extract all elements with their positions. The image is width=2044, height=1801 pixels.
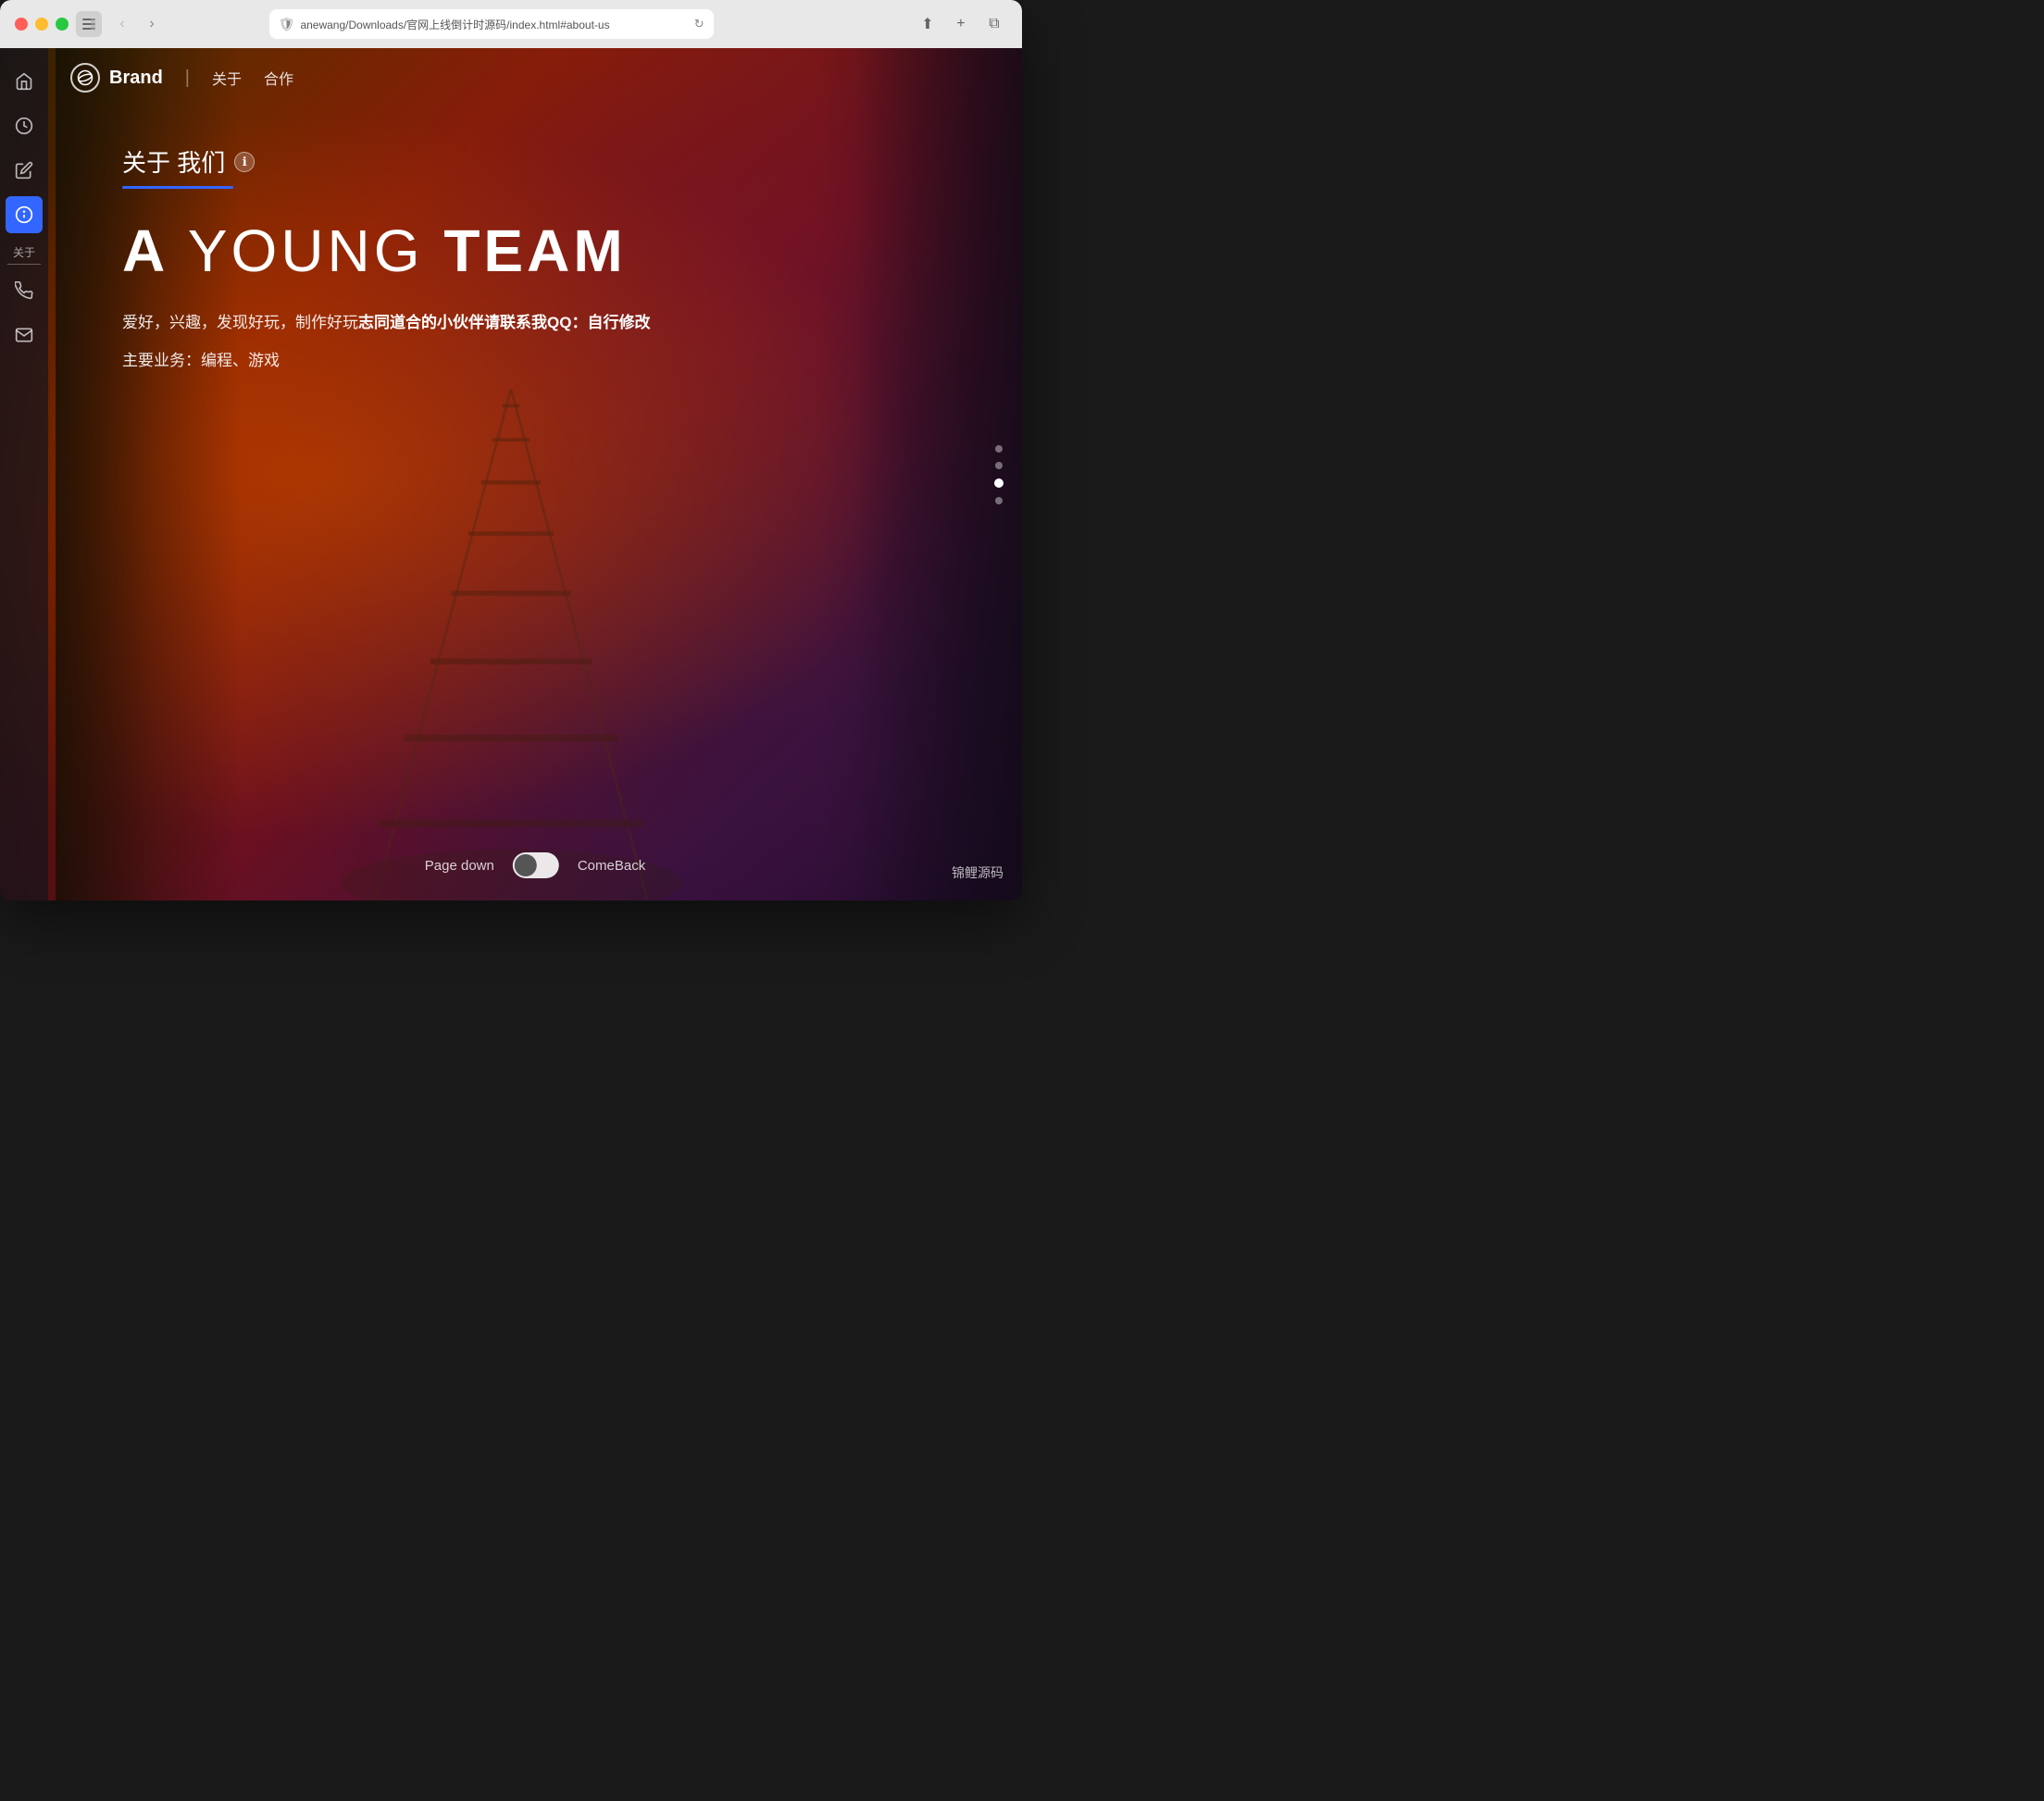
close-button[interactable]	[15, 18, 28, 31]
traffic-lights	[15, 18, 69, 31]
dot-2[interactable]	[995, 462, 1003, 469]
brand-icon	[70, 63, 100, 93]
security-icon: 🛡	[279, 17, 295, 32]
brand-name-text: Brand	[109, 68, 163, 89]
sidebar-item-info[interactable]	[6, 196, 43, 233]
section-underline	[122, 186, 233, 189]
come-back-button[interactable]: ComeBack	[578, 858, 645, 874]
dot-4[interactable]	[995, 497, 1003, 504]
desc1-prefix: 爱好，兴趣，发现好玩，制作好玩	[122, 314, 358, 331]
share-button[interactable]: ⬆	[915, 11, 941, 37]
desc-text-2: 主要业务：编程、游戏	[122, 347, 966, 376]
sidebar-item-clock[interactable]	[6, 107, 43, 144]
main-content: Brand | 关于 合作 关于 我们 ℹ A YOUNG TEAM 爱好，兴趣…	[48, 48, 1022, 900]
address-bar[interactable]: 🛡 anewang/Downloads/官网上线倒计时源码/index.html…	[269, 9, 714, 39]
page-content-area: 关于 我们 ℹ A YOUNG TEAM 爱好，兴趣，发现好玩，制作好玩志同道合…	[48, 107, 1022, 422]
sidebar-item-edit[interactable]	[6, 152, 43, 189]
titlebar: ‹ › 🛡 anewang/Downloads/官网上线倒计时源码/index.…	[0, 0, 1022, 48]
sidebar-section-label-container: 关于	[7, 241, 41, 265]
bottom-controls: Page down ComeBack	[425, 852, 645, 878]
brand-logo[interactable]: Brand	[70, 63, 163, 93]
top-navigation: Brand | 关于 合作	[48, 48, 1022, 107]
maximize-button[interactable]	[56, 18, 69, 31]
section-title-container: 关于 我们 ℹ	[122, 144, 966, 179]
desc-text-1: 爱好，兴趣，发现好玩，制作好玩志同道合的小伙伴请联系我QQ：自行修改	[122, 309, 966, 338]
hero-title: A YOUNG TEAM	[122, 218, 966, 283]
left-sidebar: 关于	[0, 48, 48, 900]
toggle-thumb	[515, 854, 537, 876]
back-button[interactable]: ‹	[109, 11, 135, 37]
dots-navigation	[994, 445, 1003, 504]
url-text: anewang/Downloads/官网上线倒计时源码/index.html#a…	[300, 17, 688, 32]
browser-content: 关于	[0, 48, 1022, 900]
section-title-text: 关于 我们	[122, 144, 225, 179]
sidebar-item-mail[interactable]	[6, 317, 43, 354]
nav-divider: |	[185, 68, 190, 89]
section-info-icon[interactable]: ℹ	[234, 152, 255, 172]
sidebar-underline	[7, 264, 41, 265]
titlebar-actions: ⬆ + ⧉	[915, 11, 1007, 37]
desc1-highlight: 志同道合的小伙伴请联系我QQ：自行修改	[358, 314, 650, 331]
sidebar-item-phone[interactable]	[6, 272, 43, 309]
browser-window: ‹ › 🛡 anewang/Downloads/官网上线倒计时源码/index.…	[0, 0, 1022, 900]
tabs-button[interactable]: ⧉	[981, 11, 1007, 37]
hero-title-young: YOUNG	[168, 217, 443, 284]
dot-1[interactable]	[995, 445, 1003, 453]
sidebar-toggle-button[interactable]	[76, 11, 102, 37]
dot-3[interactable]	[994, 478, 1003, 488]
nav-cooperation-link[interactable]: 合作	[264, 67, 293, 89]
hero-title-a: A	[122, 217, 168, 284]
minimize-button[interactable]	[35, 18, 48, 31]
toggle-switch[interactable]	[513, 852, 559, 878]
new-tab-button[interactable]: +	[948, 11, 974, 37]
nav-arrows: ‹ ›	[109, 11, 165, 37]
sidebar-about-label: 关于	[13, 244, 35, 260]
nav-about-link[interactable]: 关于	[212, 67, 242, 89]
watermark-text: 锦鲤源码	[952, 863, 1003, 882]
sidebar-item-home[interactable]	[6, 63, 43, 100]
refresh-button[interactable]: ↻	[694, 17, 704, 31]
page-down-button[interactable]: Page down	[425, 858, 494, 874]
forward-button[interactable]: ›	[139, 11, 165, 37]
hero-title-team: TEAM	[443, 217, 626, 284]
